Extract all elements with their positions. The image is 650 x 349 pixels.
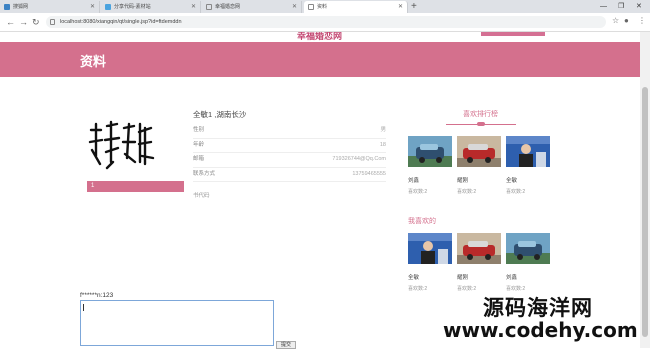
- window-close-icon[interactable]: ✕: [636, 0, 642, 13]
- card-name: 全敏: [408, 275, 420, 281]
- info-value: 18: [379, 141, 386, 148]
- browser-tab[interactable]: 幸福婚恋网 ✕: [202, 1, 302, 13]
- ranking-card[interactable]: 耀刚 喜欢数:2: [457, 136, 501, 195]
- back-icon[interactable]: ←: [6, 16, 15, 28]
- ranking-title: 喜欢排行榜: [463, 111, 498, 118]
- profile-name-location: 全敏1 ,湖南长沙: [193, 110, 247, 119]
- card-name: 刘鑫: [506, 275, 518, 281]
- card-name: 耀刚: [457, 178, 469, 184]
- card-likes: 喜欢数:2: [408, 189, 428, 195]
- info-label: 年龄: [193, 141, 205, 148]
- watermark-line2: www.codehy.com: [443, 318, 638, 342]
- reload-icon[interactable]: ↻: [32, 16, 40, 28]
- info-value: 719326744@Qq.Com: [332, 156, 386, 162]
- comment-textarea[interactable]: [80, 300, 274, 346]
- minimize-icon[interactable]: —: [600, 0, 607, 13]
- info-label: 邮箱: [193, 156, 205, 162]
- menu-icon[interactable]: ⋮: [638, 16, 646, 25]
- scrollbar-thumb[interactable]: [642, 87, 648, 337]
- maximize-icon[interactable]: ❐: [618, 0, 624, 13]
- info-value: 13759465555: [352, 170, 386, 177]
- person-photo: [506, 136, 550, 167]
- comment-user-label: f******n:123: [80, 292, 114, 299]
- info-label: 性别: [193, 127, 205, 133]
- card-likes: 喜欢数:2: [457, 189, 477, 195]
- liked-card[interactable]: 刘鑫 喜欢数:2: [506, 233, 550, 292]
- tab-label: 资料: [317, 4, 328, 10]
- card-name: 耀刚: [457, 275, 469, 281]
- url-text: localhost:8080/xiangqin/qt/single.jsp?id…: [60, 19, 182, 25]
- car-photo: [457, 233, 501, 264]
- site-title: 幸福婚恋网: [297, 32, 343, 41]
- tab-close-icon[interactable]: ✕: [292, 1, 297, 13]
- car-photo: [408, 136, 452, 167]
- profile-info-table: 性别 男 年龄 18 邮箱 719326744@Qq.Com 联系方式 1375…: [193, 124, 386, 182]
- card-name: 全敏: [506, 178, 518, 184]
- tab-label: 幸福婚恋网: [215, 4, 241, 10]
- liked-card[interactable]: 耀刚 喜欢数:2: [457, 233, 501, 292]
- card-likes: 喜欢数:2: [506, 189, 526, 195]
- card-name: 刘鑫: [408, 178, 420, 184]
- tab-close-icon[interactable]: ✕: [191, 1, 196, 13]
- ranking-card[interactable]: 全敏 喜欢数:2: [506, 136, 550, 195]
- info-value: 男: [380, 127, 386, 133]
- browser-tab-active[interactable]: 资料 ✕: [304, 1, 408, 13]
- star-icon[interactable]: ☆: [612, 16, 619, 25]
- car-photo: [506, 233, 550, 264]
- url-field[interactable]: localhost:8080/xiangqin/qt/single.jsp?id…: [46, 16, 606, 28]
- tab-favicon-icon: [105, 4, 111, 10]
- liked-card[interactable]: 全敏 喜欢数:2: [408, 233, 452, 292]
- card-likes: 喜欢数:2: [457, 286, 477, 292]
- profile-avatar: [88, 120, 155, 170]
- browser-tab[interactable]: 分享代码-素材站 ✕: [101, 1, 201, 13]
- profile-signature: 书代码: [193, 193, 210, 199]
- tab-label: 分享代码-素材站: [114, 4, 151, 10]
- info-row-contact: 联系方式 13759465555: [193, 168, 386, 182]
- forward-icon[interactable]: →: [19, 16, 28, 28]
- info-icon: [50, 19, 55, 25]
- info-label: 联系方式: [193, 170, 216, 177]
- text-caret: [83, 304, 84, 311]
- tab-label: 搜狐网: [13, 4, 29, 10]
- page-banner: 资料: [0, 42, 640, 77]
- ranking-divider-dot: [477, 122, 485, 126]
- tab-close-icon[interactable]: ✕: [90, 1, 95, 13]
- person-photo: [408, 233, 452, 264]
- tab-favicon-icon: [4, 4, 10, 10]
- info-row-age: 年龄 18: [193, 139, 386, 153]
- site-header: 幸福婚恋网: [0, 32, 640, 42]
- avatar-caption: 1: [87, 181, 184, 192]
- browser-tab-strip: 搜狐网 ✕ 分享代码-素材站 ✕ 幸福婚恋网 ✕ 资料 ✕ + — ❐ ✕: [0, 0, 650, 13]
- header-button[interactable]: [481, 32, 545, 36]
- card-likes: 喜欢数:2: [506, 286, 526, 292]
- ranking-card[interactable]: 刘鑫 喜欢数:2: [408, 136, 452, 195]
- new-tab-icon[interactable]: +: [411, 0, 417, 13]
- car-photo: [457, 136, 501, 167]
- info-row-gender: 性别 男: [193, 124, 386, 139]
- account-icon[interactable]: ●: [624, 16, 629, 25]
- my-likes-title: 我喜欢的: [408, 218, 436, 225]
- tab-page-icon: [206, 4, 212, 10]
- address-bar-row: ← → ↻ localhost:8080/xiangqin/qt/single.…: [0, 13, 650, 32]
- info-row-email: 邮箱 719326744@Qq.Com: [193, 153, 386, 168]
- card-likes: 喜欢数:2: [408, 286, 428, 292]
- tab-page-icon: [308, 4, 314, 10]
- tab-close-icon[interactable]: ✕: [398, 1, 403, 13]
- page-scrollbar[interactable]: [640, 32, 650, 348]
- browser-tab[interactable]: 搜狐网 ✕: [0, 1, 100, 13]
- page-title: 资料: [80, 54, 107, 69]
